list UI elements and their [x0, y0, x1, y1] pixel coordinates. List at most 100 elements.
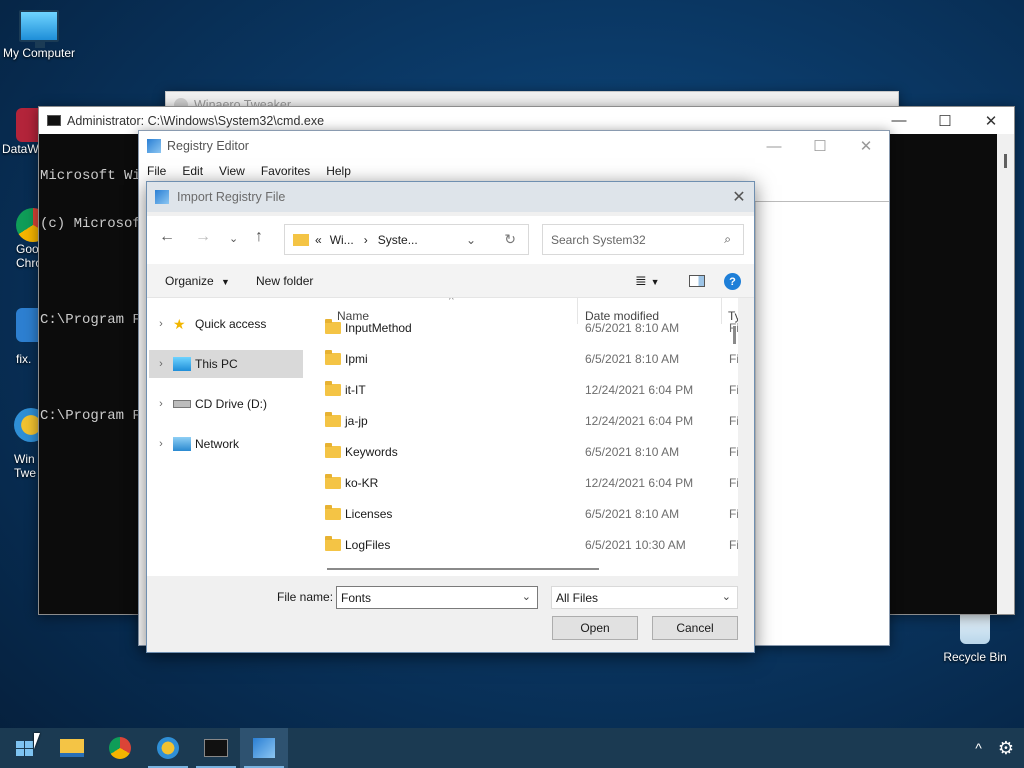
recent-locations-chevron-icon[interactable]: ⌄	[229, 232, 238, 245]
address-separator: ›	[363, 232, 368, 247]
import-registry-dialog[interactable]: Import Registry File ✕ ← → ⌄ ↑ « Wi... ›…	[146, 181, 755, 653]
dialog-footer: File name: Fonts ⌄ All Files ⌄ Open Canc…	[147, 576, 754, 652]
folder-icon	[325, 473, 341, 489]
cmd-scrollbar[interactable]	[997, 134, 1014, 614]
file-row[interactable]: ja-jp 12/24/2021 6:04 PM Fi	[307, 405, 738, 436]
up-arrow-icon[interactable]: ↑	[255, 228, 263, 246]
address-overflow[interactable]: «	[315, 233, 322, 247]
taskbar-chrome[interactable]	[96, 728, 144, 768]
nav-label: This PC	[195, 357, 238, 371]
new-folder-button[interactable]: New folder	[256, 274, 313, 288]
show-hidden-icons-chevron-icon[interactable]: ^	[975, 740, 982, 756]
file-row[interactable]: it-IT 12/24/2021 6:04 PM Fi	[307, 374, 738, 405]
address-dropdown-icon[interactable]: ⌄	[466, 233, 476, 247]
file-type-filter[interactable]: All Files ⌄	[551, 586, 738, 609]
menu-view[interactable]: View	[211, 164, 253, 178]
file-type: Fi	[729, 506, 738, 521]
file-type: Fi	[729, 351, 738, 366]
nav-label: Network	[195, 437, 240, 451]
search-placeholder: Search System32	[551, 232, 646, 247]
taskbar-cmd[interactable]	[192, 728, 240, 768]
file-name: Ipmi	[345, 351, 368, 366]
file-date-modified: 6/5/2021 8:10 AM	[585, 320, 680, 335]
folder-icon	[325, 504, 341, 520]
start-button[interactable]	[0, 728, 48, 768]
maximize-button[interactable]: ☐	[797, 131, 843, 161]
taskbar-winaero-tweaker[interactable]	[144, 728, 192, 768]
nav-item-network[interactable]: › Network	[149, 430, 303, 458]
open-button[interactable]: Open	[552, 616, 638, 640]
network-icon	[173, 437, 191, 451]
folder-icon	[325, 318, 341, 334]
forward-arrow-icon[interactable]: →	[195, 228, 211, 246]
file-row[interactable]: LogFiles 6/5/2021 10:30 AM Fi	[307, 529, 738, 560]
horizontal-scrollbar[interactable]	[327, 568, 599, 570]
file-row[interactable]: Keywords 6/5/2021 8:10 AM Fi	[307, 436, 738, 467]
dropdown-arrow-icon: ▼	[221, 276, 230, 287]
minimize-button[interactable]: —	[751, 131, 797, 161]
file-type: Fi	[729, 382, 738, 397]
cancel-button[interactable]: Cancel	[652, 616, 738, 640]
file-name-label: File name:	[277, 590, 334, 604]
menu-edit[interactable]: Edit	[174, 164, 211, 178]
vertical-scrollbar[interactable]	[733, 326, 736, 344]
nav-label: Quick access	[195, 317, 267, 331]
command-bar: Organize ▼ New folder ≣ ▼ ?	[147, 264, 754, 298]
preview-pane-icon[interactable]	[689, 275, 705, 287]
menu-favorites[interactable]: Favorites	[253, 164, 318, 178]
refresh-icon[interactable]: ↻	[504, 231, 516, 248]
navigation-row: ← → ⌄ ↑ « Wi... › Syste... ⌄ ↻ Search Sy…	[147, 216, 754, 264]
file-date-modified: 12/24/2021 6:04 PM	[585, 475, 694, 490]
organize-label: Organize	[165, 273, 214, 288]
close-button[interactable]: ✕	[843, 131, 889, 161]
file-row[interactable]: ko-KR 12/24/2021 6:04 PM Fi	[307, 467, 738, 498]
view-options-icon[interactable]: ≣ ▼	[635, 272, 660, 289]
menu-file[interactable]: File	[139, 164, 174, 178]
back-arrow-icon[interactable]: ←	[159, 228, 175, 246]
file-row[interactable]: InputMethod6/5/2021 8:10 AMFi	[307, 312, 738, 343]
close-button[interactable]: ✕	[724, 182, 754, 212]
maximize-button[interactable]: ☐	[922, 107, 968, 134]
address-crumb-system32[interactable]: Syste...	[378, 233, 418, 247]
nav-item-quick-access[interactable]: › ★ Quick access	[149, 310, 303, 338]
windows-logo-icon	[15, 740, 33, 756]
address-crumb-windows[interactable]: Wi...	[330, 233, 354, 247]
window-title: Registry Editor	[167, 139, 249, 153]
chevron-down-icon[interactable]: ⌄	[522, 590, 531, 603]
desktop-icon-my-computer[interactable]: My Computer	[0, 10, 78, 60]
organize-button[interactable]: Organize ▼	[165, 274, 230, 288]
nav-item-this-pc[interactable]: › This PC	[149, 350, 303, 378]
sort-ascending-icon: ^	[449, 298, 454, 306]
folder-icon	[325, 442, 341, 458]
taskbar-file-explorer[interactable]	[48, 728, 96, 768]
file-date-modified: 6/5/2021 8:10 AM	[585, 444, 680, 459]
taskbar-registry-editor[interactable]	[240, 728, 288, 768]
menu-help[interactable]: Help	[318, 164, 359, 178]
chevron-right-icon[interactable]: ›	[149, 438, 173, 450]
dialog-titlebar[interactable]: Import Registry File ✕	[147, 182, 754, 212]
file-row[interactable]: Licenses 6/5/2021 8:10 AM Fi	[307, 498, 738, 529]
desktop-icon-dataw[interactable]: DataW	[2, 108, 50, 156]
chevron-right-icon[interactable]: ›	[149, 358, 173, 370]
desktop-icon-recycle-bin[interactable]: Recycle Bin	[938, 612, 1012, 664]
file-name-value: Fonts	[341, 590, 372, 605]
file-date-modified: 12/24/2021 6:04 PM	[585, 382, 694, 397]
file-date-modified: 6/5/2021 8:10 AM	[585, 506, 680, 521]
chevron-right-icon[interactable]: ›	[149, 318, 173, 330]
nav-item-cd-drive[interactable]: › CD Drive (D:)	[149, 390, 303, 418]
folder-icon	[293, 233, 309, 246]
help-icon[interactable]: ?	[724, 273, 741, 290]
close-button[interactable]: ✕	[968, 107, 1014, 134]
chevron-down-icon: ⌄	[721, 591, 731, 603]
file-row[interactable]: Ipmi 6/5/2021 8:10 AM Fi	[307, 343, 738, 374]
star-icon: ★	[173, 316, 186, 332]
regedit-titlebar[interactable]: Registry Editor — ☐ ✕	[139, 131, 889, 161]
search-icon[interactable]: ⌕	[724, 232, 731, 247]
file-name-field[interactable]: Fonts ⌄	[336, 586, 538, 609]
chevron-right-icon[interactable]: ›	[149, 398, 173, 410]
address-bar[interactable]: « Wi... › Syste... ⌄ ↻	[284, 224, 529, 255]
search-box[interactable]: Search System32 ⌕	[542, 224, 744, 255]
recycle-bin-icon	[960, 612, 990, 644]
gear-icon[interactable]: ⚙	[998, 738, 1014, 759]
file-list[interactable]: Name ^ Date modified Ty InputMethod 6/5/2…	[307, 298, 738, 576]
